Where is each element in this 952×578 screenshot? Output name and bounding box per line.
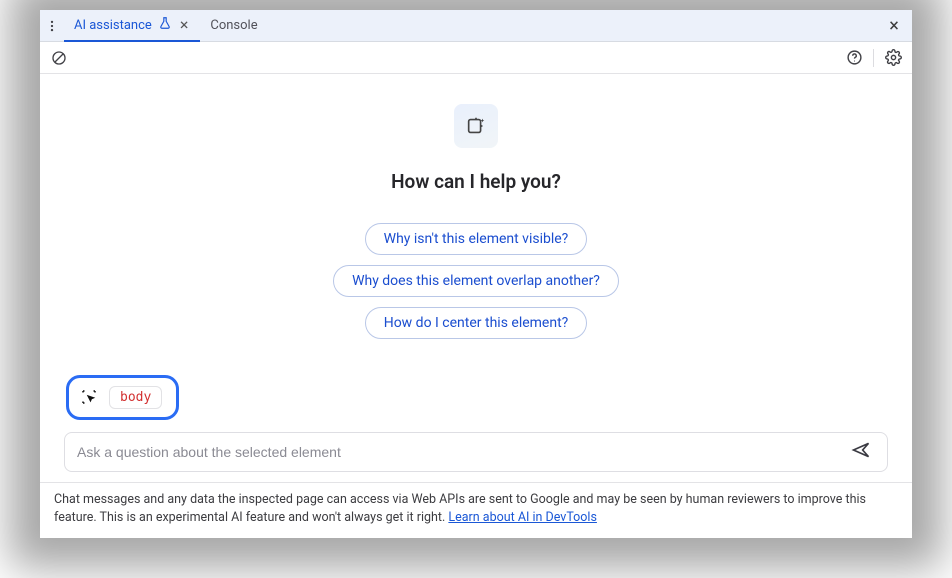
more-menu-icon[interactable] (40, 15, 64, 37)
suggestion-list: Why isn't this element visible? Why does… (333, 223, 619, 339)
disclaimer-footer: Chat messages and any data the inspected… (40, 482, 912, 539)
suggestion-pill[interactable]: Why does this element overlap another? (333, 265, 619, 297)
suggestion-pill[interactable]: How do I center this element? (365, 307, 588, 339)
tab-label: Console (210, 18, 257, 33)
clear-icon[interactable] (48, 47, 70, 69)
question-input-row (64, 432, 888, 472)
page-heading: How can I help you? (391, 170, 561, 193)
main-content: How can I help you? Why isn't this eleme… (40, 74, 912, 375)
learn-more-link[interactable]: Learn about AI in DevTools (448, 510, 597, 525)
help-icon[interactable] (843, 47, 865, 69)
close-tab-icon[interactable]: × (178, 17, 191, 33)
element-picker-icon[interactable] (79, 387, 99, 407)
experiment-flask-icon (158, 16, 172, 34)
tab-ai-assistance[interactable]: AI assistance × (64, 11, 200, 42)
suggestion-pill[interactable]: Why isn't this element visible? (365, 223, 588, 255)
selected-element-context: body (66, 375, 179, 420)
toolbar-divider (873, 49, 874, 67)
tab-label: AI assistance (74, 18, 152, 33)
question-input[interactable] (77, 444, 847, 460)
bottom-area: body (40, 375, 912, 482)
settings-gear-icon[interactable] (882, 47, 904, 69)
close-panel-icon[interactable]: × (884, 15, 904, 36)
send-icon[interactable] (847, 436, 875, 468)
toolbar (40, 42, 912, 74)
ai-sparkle-icon (454, 104, 498, 148)
devtools-panel: AI assistance × Console × (40, 10, 912, 538)
selected-element-tag[interactable]: body (109, 386, 162, 409)
tab-console[interactable]: Console (200, 10, 267, 41)
panel-tabbar: AI assistance × Console × (40, 10, 912, 42)
